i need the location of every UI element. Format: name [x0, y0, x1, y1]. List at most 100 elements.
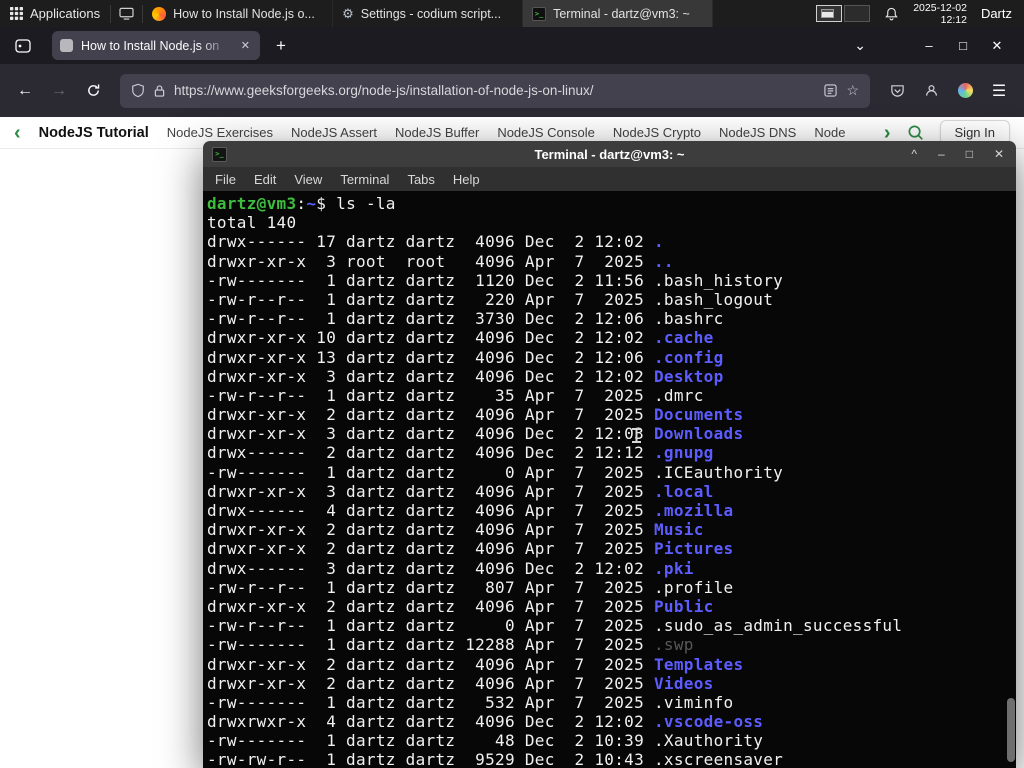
tab-close-icon[interactable]: ✕	[239, 37, 252, 54]
terminal-line: drwxr-xr-x 13 dartz dartz 4096 Dec 2 12:…	[207, 347, 724, 367]
terminal-line: drwxrwxr-x 4 dartz dartz 4096 Dec 2 12:0…	[207, 712, 764, 732]
panel-tray: 2025-12-02 12:12 Dartz	[816, 0, 1024, 27]
menu-edit[interactable]: Edit	[245, 172, 285, 187]
terminal-line: drwxr-xr-x 2 dartz dartz 4096 Apr 7 2025…	[207, 654, 744, 674]
page-favicon	[60, 39, 73, 52]
terminal-line: drwxr-xr-x 10 dartz dartz 4096 Dec 2 12:…	[207, 328, 714, 348]
terminal-line: drwxr-xr-x 3 dartz dartz 4096 Apr 7 2025…	[207, 481, 714, 501]
nav-item[interactable]: NodeJS Assert	[291, 125, 377, 140]
nav-item[interactable]: NodeJS DNS	[719, 125, 796, 140]
terminal-close-button[interactable]: ✕	[994, 147, 1004, 161]
terminal-line: drwxr-xr-x 3 dartz dartz 4096 Dec 2 12:0…	[207, 424, 744, 444]
window-button-title: Settings - codium script...	[360, 6, 502, 21]
terminal-line: -rw-r--r-- 1 dartz dartz 220 Apr 7 2025 …	[207, 289, 774, 309]
terminal-line: drwxr-xr-x 2 dartz dartz 4096 Apr 7 2025…	[207, 673, 714, 693]
menu-tabs[interactable]: Tabs	[398, 172, 443, 187]
mouse-cursor	[632, 428, 641, 443]
extension-icon	[957, 83, 973, 98]
firefox-view-icon	[15, 38, 31, 53]
browser-tab-active[interactable]: How to Install Node.js on ✕	[52, 31, 260, 60]
terminal-titlebar[interactable]: >_ Terminal - dartz@vm3: ~ ^ – □ ✕	[203, 141, 1016, 167]
mini-window	[821, 9, 835, 18]
lock-icon	[154, 84, 165, 97]
terminal-icon: >_	[532, 6, 547, 21]
scrollbar-thumb[interactable]	[1007, 698, 1015, 762]
url-text[interactable]: https://www.geeksforgeeks.org/node-js/in…	[174, 83, 815, 98]
nav-item[interactable]: NodeJS Exercises	[167, 125, 273, 140]
browser-tabstrip: How to Install Node.js on ✕ + ⌄ – □ ✕	[0, 27, 1024, 64]
window-button-terminal[interactable]: >_ Terminal - dartz@vm3: ~	[523, 0, 714, 27]
menu-terminal[interactable]: Terminal	[331, 172, 398, 187]
tab-overflow-chevron-icon[interactable]: ⌄	[844, 37, 876, 54]
pocket-button[interactable]	[882, 76, 912, 106]
bell-icon[interactable]	[884, 6, 899, 22]
terminal-minimize-button[interactable]: –	[938, 147, 945, 161]
terminal-line: -rw-r--r-- 1 dartz dartz 3730 Dec 2 12:0…	[207, 309, 724, 329]
menu-file[interactable]: File	[206, 172, 245, 187]
applications-label: Applications	[30, 6, 101, 21]
terminal-line: drwx------ 17 dartz dartz 4096 Dec 2 12:…	[207, 232, 664, 252]
terminal-line: drwxr-xr-x 3 dartz dartz 4096 Dec 2 12:0…	[207, 366, 724, 386]
clock-date: 2025-12-02	[913, 1, 967, 14]
workspace-pager[interactable]	[816, 5, 871, 22]
reader-mode-icon[interactable]	[824, 84, 838, 97]
menu-help[interactable]: Help	[444, 172, 489, 187]
terminal-line: -rw------- 1 dartz dartz 0 Apr 7 2025 .I…	[207, 462, 784, 482]
browser-close-button[interactable]: ✕	[980, 38, 1014, 54]
pocket-icon	[890, 85, 904, 97]
terminal-line: drwx------ 3 dartz dartz 4096 Dec 2 12:0…	[207, 558, 694, 578]
applications-menu-button[interactable]: Applications	[0, 0, 110, 27]
terminal-line: drwxr-xr-x 2 dartz dartz 4096 Apr 7 2025…	[207, 405, 744, 425]
account-button[interactable]	[916, 76, 946, 106]
terminal-screen[interactable]: dartz@vm3:~$ ls -la total 140 drwx------ 1…	[203, 191, 1016, 768]
browser-maximize-button[interactable]: □	[946, 38, 980, 53]
terminal-line: drwxr-xr-x 2 dartz dartz 4096 Apr 7 2025…	[207, 539, 734, 559]
terminal-line: -rw-r--r-- 1 dartz dartz 35 Apr 7 2025 .…	[207, 385, 704, 405]
nav-back-chevron[interactable]: ‹	[14, 123, 21, 143]
menu-button[interactable]: ☰	[984, 76, 1014, 106]
terminal-line: -rw-r--r-- 1 dartz dartz 807 Apr 7 2025 …	[207, 577, 734, 597]
url-bar[interactable]: https://www.geeksforgeeks.org/node-js/in…	[120, 73, 870, 108]
nav-item[interactable]: NodeJS Console	[497, 125, 595, 140]
terminal-line: drwxr-xr-x 2 dartz dartz 4096 Apr 7 2025…	[207, 520, 704, 540]
terminal-line: -rw-r--r-- 1 dartz dartz 0 Apr 7 2025 .s…	[207, 616, 903, 636]
search-icon[interactable]	[907, 124, 924, 141]
terminal-scrollbar[interactable]	[1005, 191, 1016, 768]
panel-clock[interactable]: 2025-12-02 12:12	[913, 2, 967, 26]
window-button-list: How to Install Node.js o... ⚙ Settings -…	[143, 0, 714, 27]
user-label[interactable]: Dartz	[981, 6, 1016, 21]
menu-view[interactable]: View	[285, 172, 331, 187]
terminal-line: drwx------ 4 dartz dartz 4096 Apr 7 2025…	[207, 501, 734, 520]
nav-item[interactable]: NodeJS Buffer	[395, 125, 479, 140]
window-button-firefox[interactable]: How to Install Node.js o...	[143, 0, 334, 27]
window-button-settings[interactable]: ⚙ Settings - codium script...	[333, 0, 524, 27]
back-button[interactable]: ←	[10, 76, 40, 106]
browser-minimize-button[interactable]: –	[912, 38, 946, 53]
bookmark-star-icon[interactable]: ☆	[846, 82, 859, 99]
nav-item-primary[interactable]: NodeJS Tutorial	[39, 125, 149, 141]
nav-forward-chevron[interactable]: ›	[884, 123, 891, 143]
terminal-window: >_ Terminal - dartz@vm3: ~ ^ – □ ✕ File …	[203, 141, 1016, 768]
terminal-line: -rw------- 1 dartz dartz 532 Apr 7 2025 …	[207, 692, 734, 712]
workspace-2[interactable]	[844, 5, 871, 22]
terminal-shade-button[interactable]: ^	[911, 147, 917, 161]
terminal-line: drwxr-xr-x 2 dartz dartz 4096 Apr 7 2025…	[207, 596, 714, 616]
forward-button[interactable]: →	[44, 76, 74, 106]
window-button-title: Terminal - dartz@vm3: ~	[553, 6, 690, 21]
terminal-line: total 140	[207, 213, 297, 233]
terminal-maximize-button[interactable]: □	[966, 147, 973, 161]
nav-item[interactable]: Node	[814, 125, 845, 140]
browser-navbar: ← → https://www.geeksforgeeks.org/node-j…	[0, 64, 1024, 117]
terminal-line: -rw------- 1 dartz dartz 1120 Dec 2 11:5…	[207, 270, 784, 290]
reload-button[interactable]	[78, 76, 108, 106]
terminal-menubar: File Edit View Terminal Tabs Help	[203, 167, 1016, 191]
settings-gear-icon: ⚙	[342, 6, 354, 21]
new-tab-button[interactable]: +	[270, 36, 292, 56]
nav-item[interactable]: NodeJS Crypto	[613, 125, 701, 140]
firefox-view-button[interactable]	[10, 33, 36, 59]
extension-button[interactable]	[950, 76, 980, 106]
terminal-line: -rw-rw-r-- 1 dartz dartz 9529 Dec 2 10:4…	[207, 750, 784, 768]
tabstrip-right: ⌄ – □ ✕	[844, 37, 1014, 54]
workspace-1[interactable]	[816, 5, 843, 22]
show-desktop-button[interactable]	[111, 0, 142, 27]
